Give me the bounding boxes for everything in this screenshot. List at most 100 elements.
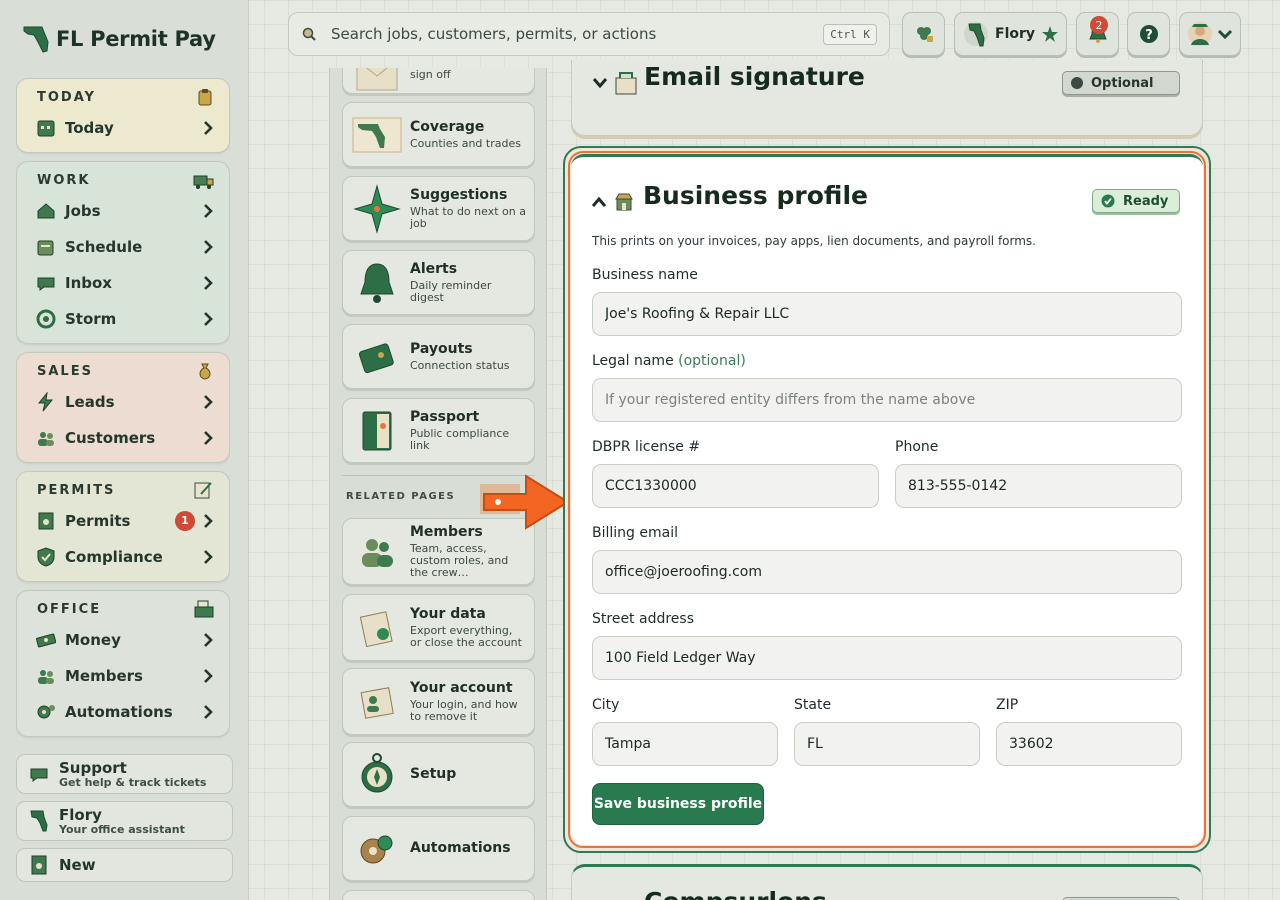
legal-name-label-text: Legal name — [592, 353, 674, 369]
chevron-right-icon — [204, 311, 213, 326]
save-business-profile-button[interactable]: Save business profile — [592, 783, 764, 825]
state-label: State — [794, 697, 832, 713]
chevron-right-icon — [204, 430, 213, 445]
sidebar-item-label: Automations — [65, 702, 173, 721]
sidebar-item-label: Inbox — [65, 273, 112, 292]
settings-nav-item-more[interactable] — [342, 890, 535, 900]
sidebar-item-automations[interactable]: Automations — [23, 694, 223, 729]
sparkle-icon — [351, 183, 403, 235]
city-input[interactable] — [592, 722, 778, 766]
settings-nav-subtitle: Public compliance link — [410, 427, 510, 452]
settings-nav-title: Payouts — [410, 341, 473, 357]
sidebar-item-permits[interactable]: Permits 1 — [23, 503, 223, 538]
bell-icon — [351, 257, 403, 309]
calendar-icon — [35, 117, 57, 139]
chevron-up-icon[interactable] — [591, 195, 607, 209]
sidebar-item-today[interactable]: Today — [23, 110, 223, 145]
sidebar-item-schedule[interactable]: Schedule — [23, 229, 223, 264]
permits-count-badge: 1 — [175, 510, 195, 531]
settings-nav-title: Your data — [410, 606, 486, 622]
sidebar-item-members[interactable]: Members — [23, 658, 223, 693]
cash-icon — [35, 629, 57, 651]
sidebar-item-compliance[interactable]: Compliance — [23, 539, 223, 574]
nav-group-today: TODAY Today — [16, 78, 230, 153]
sidebar-item-jobs[interactable]: Jobs — [23, 193, 223, 228]
sidebar-item-label: Today — [65, 118, 114, 137]
settings-nav-title: Coverage — [410, 119, 485, 135]
sidebar-item-label: Jobs — [65, 201, 101, 220]
sidebar-item-customers[interactable]: Customers — [23, 420, 223, 455]
status-badge-label: Ready — [1123, 193, 1169, 209]
billing-email-label: Billing email — [592, 525, 678, 541]
settings-nav-title: Setup — [410, 766, 457, 782]
gears-icon — [351, 823, 403, 875]
truck-icon — [193, 175, 214, 189]
settings-nav-item-setup[interactable]: Setup — [342, 742, 535, 807]
settings-nav-subtitle: sign off — [410, 68, 451, 81]
settings-nav-item-your-data[interactable]: Your data Export everything, or close th… — [342, 594, 535, 661]
email-signature-section[interactable]: Email signature Optional — [571, 60, 1203, 136]
search-shortcut: Ctrl K — [823, 23, 877, 45]
id-card-icon — [351, 676, 403, 728]
sidebar-item-label: Customers — [65, 428, 156, 447]
settings-nav-item-coverage[interactable]: Coverage Counties and trades — [342, 102, 535, 167]
florida-mascot-icon — [964, 22, 988, 47]
settings-nav-item-signoff[interactable]: sign off — [342, 68, 535, 94]
cash-register-icon — [194, 600, 214, 618]
sidebar-item-label: Leads — [65, 392, 115, 411]
next-section[interactable]: Compsurlons — [571, 864, 1203, 900]
settings-nav-item-alerts[interactable]: Alerts Daily reminder digest — [342, 250, 535, 315]
envelope-icon — [615, 72, 637, 95]
permit-doc-icon — [35, 510, 57, 532]
support-button[interactable]: Support Get help & track tickets — [16, 754, 233, 794]
settings-nav-item-suggestions[interactable]: Suggestions What to do next on a job — [342, 176, 535, 241]
settings-nav-item-automations[interactable]: Automations — [342, 816, 535, 881]
flory-assistant-button[interactable]: Flory Your office assistant — [16, 801, 233, 841]
settings-nav-subtitle: Counties and trades — [410, 137, 521, 150]
florida-map-icon — [351, 109, 403, 161]
compass-icon — [351, 749, 403, 801]
dbpr-license-input[interactable] — [592, 464, 879, 508]
sidebar-item-leads[interactable]: Leads — [23, 384, 223, 419]
nav-group-office: OFFICE Money Members Automations — [16, 590, 230, 737]
settings-nav-item-payouts[interactable]: Payouts Connection status — [342, 324, 535, 389]
calendar-icon — [35, 236, 57, 258]
new-button[interactable]: New — [16, 848, 233, 882]
sidebar-item-storm[interactable]: Storm — [23, 301, 223, 336]
sidebar-nav[interactable]: TODAY Today WORK Jobs Schedule Inbox Sto… — [16, 78, 230, 740]
quick-actions-button[interactable] — [902, 12, 945, 56]
wallet-icon — [351, 331, 403, 383]
state-input[interactable] — [794, 722, 980, 766]
section-title: Business profile — [643, 181, 868, 210]
sidebar-item-label: Money — [65, 630, 121, 649]
street-address-input[interactable] — [592, 636, 1182, 680]
help-button[interactable]: ? — [1127, 12, 1170, 56]
flory-button[interactable]: Flory — [954, 12, 1067, 56]
zip-input[interactable] — [996, 722, 1182, 766]
sidebar-item-inbox[interactable]: Inbox — [23, 265, 223, 300]
brand[interactable]: FL Permit Pay — [22, 24, 216, 54]
envelope-icon — [351, 68, 403, 100]
chevron-down-icon[interactable] — [592, 76, 608, 90]
sidebar-item-label: Members — [65, 666, 143, 685]
chat-icon — [27, 761, 51, 787]
florida-logo-icon — [23, 26, 49, 53]
settings-nav-item-your-account[interactable]: Your account Your login, and how to remo… — [342, 668, 535, 735]
signature-icon — [194, 482, 212, 499]
nav-group-title: PERMITS — [37, 482, 116, 498]
city-label: City — [592, 697, 620, 713]
notifications-button[interactable]: 2 — [1076, 12, 1119, 56]
gears-icon — [35, 701, 57, 723]
shield-icon — [35, 546, 57, 568]
chevron-right-icon — [204, 239, 213, 254]
billing-email-input[interactable] — [592, 550, 1182, 594]
global-search[interactable]: Search jobs, customers, permits, or acti… — [288, 12, 890, 56]
business-name-input[interactable] — [592, 292, 1182, 336]
phone-input[interactable] — [895, 464, 1182, 508]
legal-name-input[interactable] — [592, 378, 1182, 422]
sidebar-item-label: Storm — [65, 309, 117, 328]
sidebar-item-money[interactable]: Money — [23, 622, 223, 657]
account-menu-button[interactable] — [1179, 12, 1241, 56]
settings-nav-item-passport[interactable]: Passport Public compliance link — [342, 398, 535, 463]
money-bag-icon — [199, 363, 211, 380]
